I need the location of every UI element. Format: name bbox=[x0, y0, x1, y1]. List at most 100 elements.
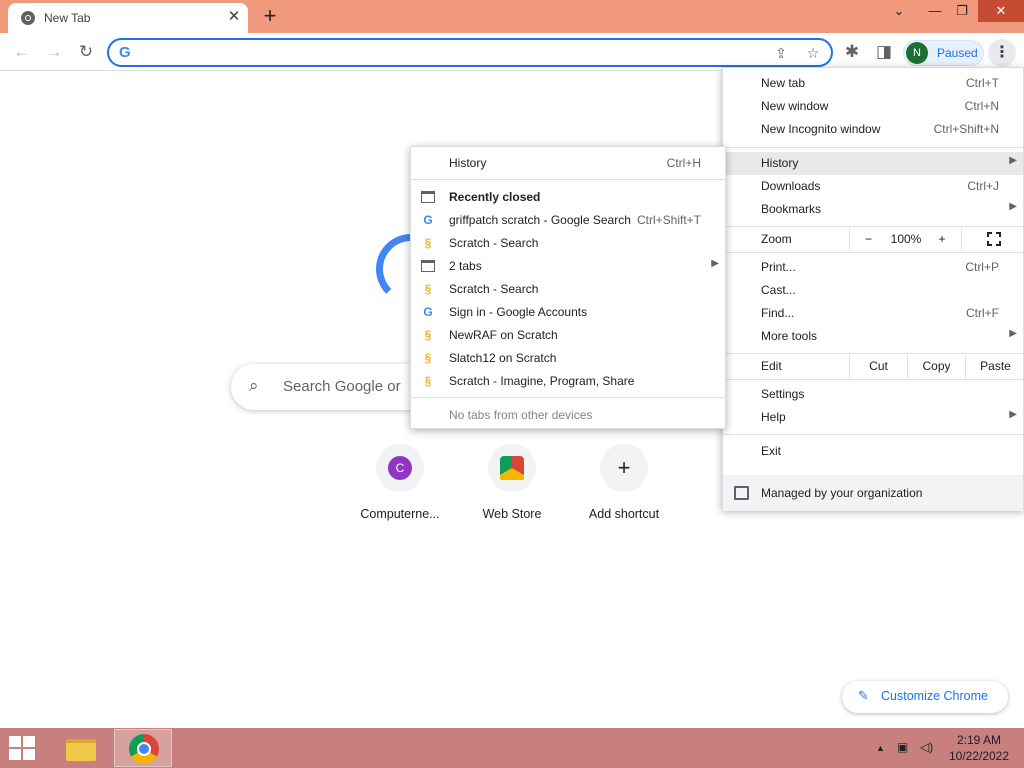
menu-item-exit[interactable]: Exit bbox=[723, 440, 1023, 463]
avatar: N bbox=[906, 42, 928, 64]
back-arrow-icon[interactable]: ← bbox=[10, 40, 34, 64]
shortcut-add[interactable]: + Add shortcut bbox=[568, 444, 680, 534]
tab-search-icon[interactable]: ⌄ bbox=[882, 0, 916, 22]
menu-item-history[interactable]: History ▶ bbox=[723, 152, 1023, 175]
address-bar[interactable]: G ⇪ ☆ bbox=[107, 38, 833, 67]
close-window-button[interactable]: ✕ bbox=[978, 0, 1024, 22]
windows-start-icon[interactable] bbox=[9, 736, 37, 762]
file-explorer-taskbar-button[interactable] bbox=[58, 731, 104, 767]
title-bar: New Tab ✕ + ⌄ — ❐ ✕ bbox=[0, 0, 1024, 33]
recent-item[interactable]: § Scratch - Imagine, Program, Share bbox=[411, 370, 725, 393]
folder-icon bbox=[66, 739, 96, 761]
menu-item-settings[interactable]: Settings bbox=[723, 383, 1023, 406]
new-tab-button[interactable]: + bbox=[258, 4, 282, 28]
tray-chevron-icon[interactable]: ▲ bbox=[876, 743, 885, 753]
zoom-in-button[interactable]: + bbox=[925, 228, 959, 251]
volume-icon[interactable]: ◁) bbox=[920, 740, 933, 754]
menu-divider bbox=[723, 434, 1023, 435]
recent-item-2-tabs[interactable]: 2 tabs ▶ bbox=[411, 255, 725, 278]
menu-item-new-tab[interactable]: New tab Ctrl+T bbox=[723, 72, 1023, 95]
section-heading: Recently closed bbox=[449, 190, 541, 204]
customize-chrome-button[interactable]: ✎ Customize Chrome bbox=[842, 681, 1008, 713]
network-icon[interactable]: ▣ bbox=[897, 740, 908, 754]
paste-button[interactable]: Paste bbox=[965, 355, 1024, 378]
recent-item[interactable]: § NewRAF on Scratch bbox=[411, 324, 725, 347]
shortcut-computerne[interactable]: C Computerne... bbox=[344, 444, 456, 534]
menu-item-find[interactable]: Find... Ctrl+F bbox=[723, 302, 1023, 325]
recent-item[interactable]: G Sign in - Google Accounts bbox=[411, 301, 725, 324]
menu-item-more-tools[interactable]: More tools ▶ bbox=[723, 325, 1023, 348]
submenu-arrow-icon: ▶ bbox=[1009, 328, 1017, 339]
scratch-icon: § bbox=[424, 374, 432, 388]
recent-item[interactable]: § Scratch - Search bbox=[411, 232, 725, 255]
google-icon: G bbox=[423, 213, 433, 227]
shortcut-label: Web Store bbox=[482, 507, 542, 521]
menu-divider bbox=[723, 226, 1023, 227]
menu-item-label: Bookmarks bbox=[761, 202, 822, 216]
menu-item-label: Print... bbox=[761, 260, 796, 274]
menu-item-downloads[interactable]: Downloads Ctrl+J bbox=[723, 175, 1023, 198]
recent-item-label: NewRAF on Scratch bbox=[449, 328, 558, 342]
fullscreen-button[interactable] bbox=[961, 228, 1024, 251]
menu-item-new-incognito-window[interactable]: New Incognito window Ctrl+Shift+N bbox=[723, 118, 1023, 141]
customize-chrome-label: Customize Chrome bbox=[881, 689, 988, 703]
recent-item[interactable]: § Slatch12 on Scratch bbox=[411, 347, 725, 370]
submenu-item-history[interactable]: History Ctrl+H bbox=[411, 152, 725, 175]
menu-item-label: New tab bbox=[761, 76, 806, 90]
submenu-arrow-icon: ▶ bbox=[1009, 409, 1017, 420]
recent-item-label: Scratch - Search bbox=[449, 236, 539, 250]
menu-item-print[interactable]: Print... Ctrl+P bbox=[723, 256, 1023, 279]
shortcut-label: Computerne... bbox=[360, 507, 440, 521]
recent-item[interactable]: G griffpatch scratch - Google Search Ctr… bbox=[411, 209, 725, 232]
forward-arrow-icon[interactable]: → bbox=[42, 40, 66, 64]
menu-item-shortcut: Ctrl+P bbox=[965, 260, 999, 274]
menu-item-cast[interactable]: Cast... bbox=[723, 279, 1023, 302]
managed-label: Managed by your organization bbox=[761, 486, 923, 500]
menu-item-shortcut: Ctrl+H bbox=[666, 156, 701, 170]
recent-item-label: Slatch12 on Scratch bbox=[449, 351, 557, 365]
tab-new-tab[interactable]: New Tab ✕ bbox=[8, 3, 248, 33]
submenu-arrow-icon: ▶ bbox=[1009, 201, 1017, 212]
menu-item-label: Find... bbox=[761, 306, 795, 320]
managed-by-organization[interactable]: Managed by your organization bbox=[723, 475, 1023, 511]
share-icon[interactable]: ⇪ bbox=[771, 43, 791, 63]
chrome-taskbar-button[interactable] bbox=[114, 729, 172, 767]
chrome-favicon-icon bbox=[21, 11, 35, 25]
bookmark-star-icon[interactable]: ☆ bbox=[803, 43, 823, 63]
no-tabs-other-devices: No tabs from other devices bbox=[411, 404, 725, 427]
history-submenu: History Ctrl+H Recently closed G griffpa… bbox=[410, 146, 726, 429]
clock[interactable]: 2:19 AM 10/22/2022 bbox=[940, 732, 1018, 764]
menu-item-bookmarks[interactable]: Bookmarks ▶ bbox=[723, 198, 1023, 221]
menu-item-label: Help bbox=[761, 410, 786, 424]
recent-item[interactable]: § Scratch - Search bbox=[411, 278, 725, 301]
restore-button[interactable]: ❐ bbox=[945, 0, 979, 22]
submenu-arrow-icon: ▶ bbox=[711, 258, 719, 269]
menu-item-label: More tools bbox=[761, 329, 818, 343]
browser-toolbar: ← → ↻ G ⇪ ☆ ✱ ◨ N Paused ⋮ bbox=[0, 33, 1024, 71]
window-icon bbox=[421, 191, 435, 203]
search-icon: ⌕ bbox=[249, 376, 259, 395]
menu-divider bbox=[723, 147, 1023, 148]
extensions-puzzle-icon[interactable]: ✱ bbox=[840, 40, 864, 64]
menu-item-label: New window bbox=[761, 99, 829, 113]
pencil-icon: ✎ bbox=[858, 688, 869, 703]
side-panel-icon[interactable]: ◨ bbox=[872, 40, 896, 64]
copy-button[interactable]: Copy bbox=[907, 355, 965, 378]
cut-button[interactable]: Cut bbox=[849, 355, 907, 378]
zoom-out-button[interactable]: − bbox=[849, 228, 887, 251]
profile-button[interactable]: N Paused bbox=[903, 40, 984, 66]
window-icon bbox=[421, 260, 435, 272]
shortcut-tile: C bbox=[376, 444, 424, 492]
menu-item-shortcut: Ctrl+N bbox=[964, 99, 999, 113]
reload-icon[interactable]: ↻ bbox=[74, 40, 98, 64]
clock-time: 2:19 AM bbox=[956, 733, 1002, 747]
chrome-menu-kebab-icon[interactable]: ⋮ bbox=[988, 39, 1016, 67]
menu-item-label: Downloads bbox=[761, 179, 821, 193]
menu-item-help[interactable]: Help ▶ bbox=[723, 406, 1023, 429]
tab-close-icon[interactable]: ✕ bbox=[225, 8, 243, 26]
menu-item-shortcut: Ctrl+F bbox=[966, 306, 999, 320]
shortcut-web-store[interactable]: Web Store bbox=[456, 444, 568, 534]
menu-item-new-window[interactable]: New window Ctrl+N bbox=[723, 95, 1023, 118]
menu-item-label: Cast... bbox=[761, 283, 796, 297]
search-placeholder: Search Google or bbox=[283, 378, 401, 395]
